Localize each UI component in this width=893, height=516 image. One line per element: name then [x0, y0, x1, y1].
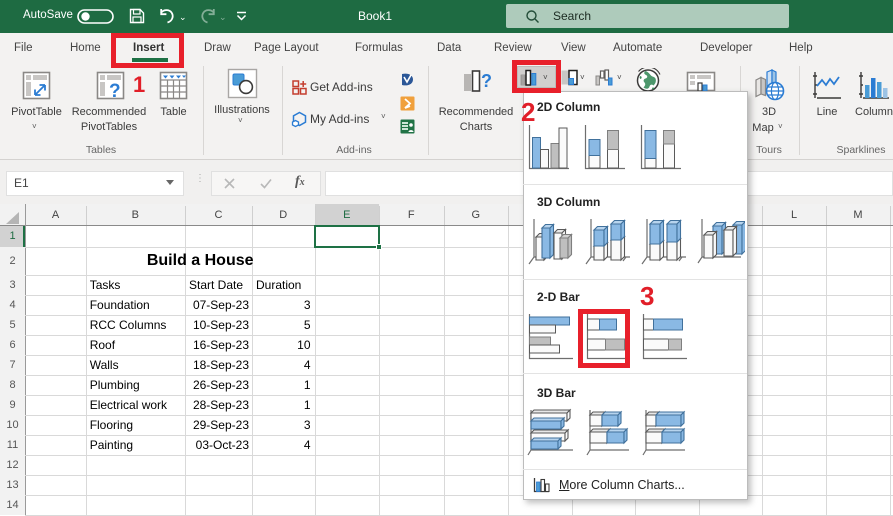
- svg-text:?: ?: [481, 71, 492, 91]
- svg-text:?: ?: [109, 81, 121, 100]
